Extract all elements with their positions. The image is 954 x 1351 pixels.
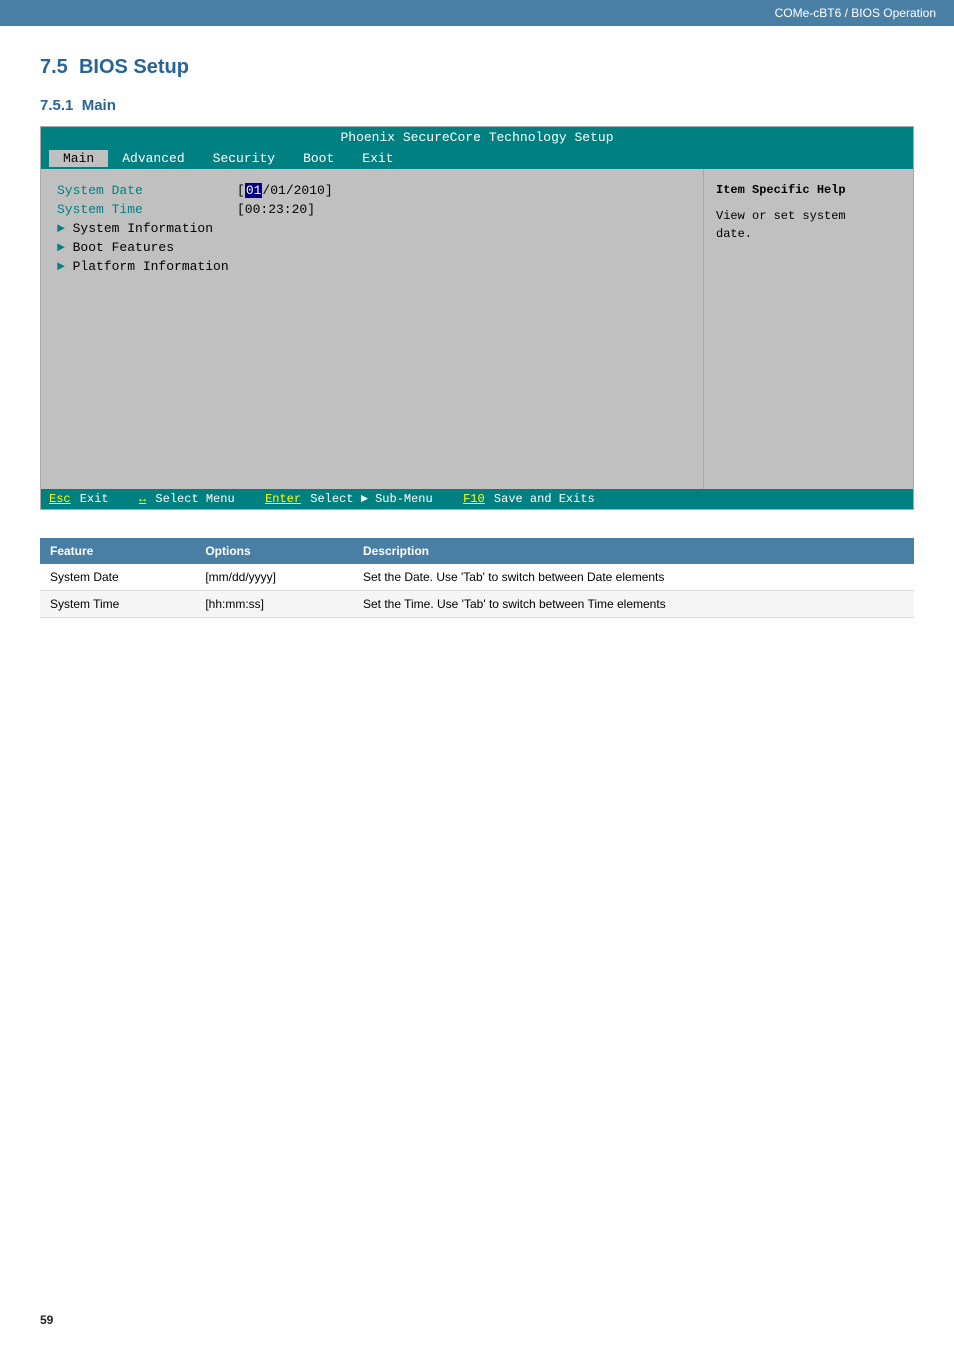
- status-esc-label: Exit: [73, 492, 109, 506]
- top-bar-label: COMe-cBT6 / BIOS Operation: [775, 6, 936, 20]
- feature-table-header-description: Description: [353, 538, 914, 564]
- status-esc-key: Esc: [49, 492, 71, 506]
- description-system-date: Set the Date. Use 'Tab' to switch betwee…: [353, 564, 914, 591]
- bios-title-text: Phoenix SecureCore Technology Setup: [340, 130, 613, 145]
- status-arrow-label: Select Menu: [148, 492, 234, 506]
- status-f10-label: Save and Exits: [487, 492, 595, 506]
- bios-row-system-time: System Time [00:23:20]: [57, 202, 687, 217]
- bios-left-panel: System Date [01/01/2010] System Time [00…: [41, 169, 703, 489]
- top-bar: COMe-cBT6 / BIOS Operation: [0, 0, 954, 26]
- bios-screen: Phoenix SecureCore Technology Setup Main…: [40, 126, 914, 510]
- bios-submenu-boot-features[interactable]: ► Boot Features: [57, 240, 687, 255]
- bios-body: System Date [01/01/2010] System Time [00…: [41, 169, 913, 489]
- bios-row-system-date: System Date [01/01/2010]: [57, 183, 687, 198]
- bios-system-date-label: System Date: [57, 183, 237, 198]
- bios-menu-security[interactable]: Security: [199, 150, 289, 167]
- options-system-date: [mm/dd/yyyy]: [195, 564, 353, 591]
- table-row: System Date [mm/dd/yyyy] Set the Date. U…: [40, 564, 914, 591]
- bios-system-date-value[interactable]: [01/01/2010]: [237, 183, 333, 198]
- feature-table-header-options: Options: [195, 538, 353, 564]
- bios-system-time-label: System Time: [57, 202, 237, 217]
- bios-submenu-system-information[interactable]: ► System Information: [57, 221, 687, 236]
- table-row: System Time [hh:mm:ss] Set the Time. Use…: [40, 591, 914, 618]
- main-content: 7.5 BIOS Setup 7.5.1 Main Phoenix Secure…: [0, 26, 954, 658]
- bios-system-time-value[interactable]: [00:23:20]: [237, 202, 315, 217]
- bios-submenu-system-information-label: System Information: [73, 221, 213, 236]
- feature-table: Feature Options Description System Date …: [40, 538, 914, 618]
- bios-menu-bar: Main Advanced Security Boot Exit: [41, 148, 913, 169]
- bios-title-bar: Phoenix SecureCore Technology Setup: [41, 127, 913, 148]
- bios-menu-boot[interactable]: Boot: [289, 150, 348, 167]
- options-system-time: [hh:mm:ss]: [195, 591, 353, 618]
- subsection-title: 7.5.1 Main: [40, 97, 914, 114]
- status-enter-key: Enter: [265, 492, 301, 506]
- bios-submenu-platform-information[interactable]: ► Platform Information: [57, 259, 687, 274]
- section-title: 7.5 BIOS Setup: [40, 56, 914, 79]
- bios-submenu-platform-information-label: Platform Information: [73, 259, 229, 274]
- feature-system-time: System Time: [40, 591, 195, 618]
- page-number: 59: [40, 1313, 53, 1327]
- bios-help-title: Item Specific Help: [716, 183, 901, 197]
- bios-help-text: View or set systemdate.: [716, 207, 901, 243]
- status-f10-key: F10: [463, 492, 485, 506]
- bios-menu-main[interactable]: Main: [49, 150, 108, 167]
- bios-submenu-boot-features-label: Boot Features: [73, 240, 174, 255]
- bios-right-panel: Item Specific Help View or set systemdat…: [703, 169, 913, 489]
- description-system-time: Set the Time. Use 'Tab' to switch betwee…: [353, 591, 914, 618]
- page-footer: 59: [40, 1313, 53, 1327]
- bios-menu-advanced[interactable]: Advanced: [108, 150, 198, 167]
- status-enter-label: Select ► Sub-Menu: [303, 492, 433, 506]
- status-arrow-key: ↔: [139, 492, 146, 506]
- feature-table-header-feature: Feature: [40, 538, 195, 564]
- feature-system-date: System Date: [40, 564, 195, 591]
- bios-menu-exit[interactable]: Exit: [348, 150, 407, 167]
- bios-status-bar: Esc Exit ↔ Select Menu Enter Select ► Su…: [41, 489, 913, 509]
